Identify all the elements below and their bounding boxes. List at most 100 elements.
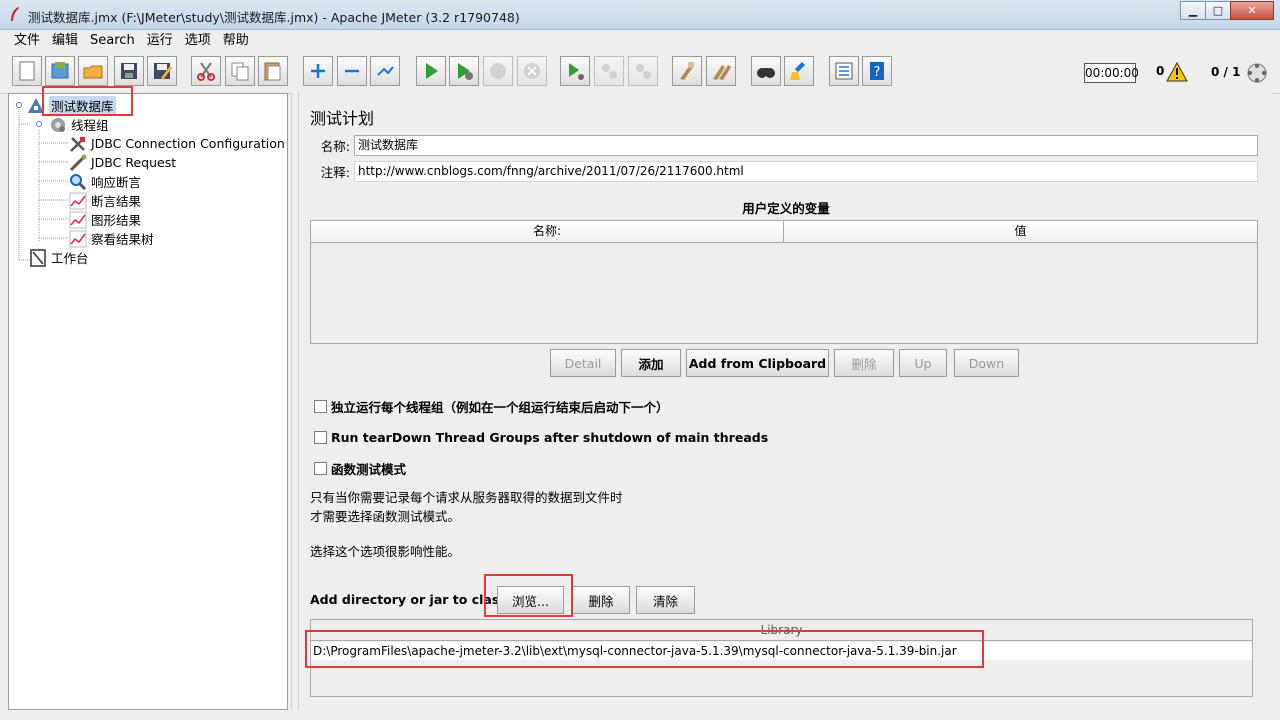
udv-column-name[interactable]: 名称: xyxy=(311,221,784,242)
active-threads: 0 / 1 xyxy=(1211,65,1241,79)
clear-classpath-button[interactable]: 清除 xyxy=(636,586,695,614)
tree-item-label: JDBC Connection Configuration xyxy=(91,136,285,151)
paste-icon xyxy=(264,62,281,81)
stop-button[interactable] xyxy=(483,56,513,86)
tree-item-view-results-tree[interactable]: 察看结果树 xyxy=(69,229,154,248)
comment-field[interactable]: http://www.cnblogs.com/fnng/archive/2011… xyxy=(354,160,1258,182)
start-button[interactable] xyxy=(416,56,446,86)
library-row[interactable]: D:\ProgramFiles\apache-jmeter-3.2\lib\ex… xyxy=(311,642,1252,660)
save-as-button[interactable] xyxy=(147,56,177,86)
udv-column-value[interactable]: 值 xyxy=(784,221,1257,242)
remote-shutdown-button[interactable] xyxy=(628,56,658,86)
cut-icon xyxy=(197,62,215,81)
templates-button[interactable] xyxy=(45,56,75,86)
menu-options[interactable]: 选项 xyxy=(179,30,217,52)
open-button[interactable] xyxy=(78,56,108,86)
teardown-option[interactable]: Run tearDown Thread Groups after shutdow… xyxy=(314,428,768,446)
functional-mode-option[interactable]: 函数测试模式 xyxy=(314,459,406,477)
toggle-button[interactable] xyxy=(370,56,400,86)
tree-item-workbench[interactable]: 工作台 xyxy=(29,248,89,267)
help-button[interactable]: ? xyxy=(862,56,892,86)
tree-item-jdbc-config[interactable]: JDBC Connection Configuration xyxy=(69,134,285,153)
menu-edit[interactable]: 编辑 xyxy=(46,30,84,52)
delete-variable-button[interactable]: 删除 xyxy=(834,349,894,377)
detail-button[interactable]: Detail xyxy=(550,349,616,377)
save-button[interactable] xyxy=(114,56,144,86)
close-button[interactable]: ✕ xyxy=(1230,1,1274,20)
teardown-label: Run tearDown Thread Groups after shutdow… xyxy=(331,429,769,445)
start-no-pause-icon xyxy=(458,63,473,80)
tree-item-graph-results[interactable]: 图形结果 xyxy=(69,210,141,229)
new-button[interactable] xyxy=(12,56,42,86)
remote-start-button[interactable] xyxy=(560,56,590,86)
remote-start-icon xyxy=(569,63,584,80)
functional-mode-label: 函数测试模式 xyxy=(331,461,407,477)
menu-help[interactable]: 帮助 xyxy=(217,30,255,52)
menu-search[interactable]: Search xyxy=(84,30,141,52)
remote-stop-button[interactable] xyxy=(594,56,624,86)
templates-icon xyxy=(51,62,69,79)
name-row: 名称: 测试数据库 xyxy=(310,134,1258,156)
comment-row: 注释: http://www.cnblogs.com/fnng/archive/… xyxy=(310,160,1258,182)
library-table[interactable]: Library D:\ProgramFiles\apache-jmeter-3.… xyxy=(310,619,1253,697)
clear-all-icon xyxy=(713,65,731,80)
clear-button[interactable] xyxy=(672,56,702,86)
help-text-line-2: 才需要选择函数测试模式。 xyxy=(310,509,461,524)
tree-item-label: 测试数据库 xyxy=(49,96,116,115)
maximize-button[interactable]: □ xyxy=(1205,1,1231,20)
tree-item-response-assertion[interactable]: 响应断言 xyxy=(69,172,141,191)
up-button[interactable]: Up xyxy=(899,349,947,377)
search-icon xyxy=(757,68,775,78)
save-icon xyxy=(121,63,137,79)
menu-bar: 文件 编辑 Search 运行 选项 帮助 xyxy=(0,30,1280,52)
tree-item-assertion-results[interactable]: 断言结果 xyxy=(69,191,141,210)
clear-all-button[interactable] xyxy=(706,56,736,86)
tree-item-jdbc-request[interactable]: JDBC Request xyxy=(69,153,176,172)
copy-button[interactable] xyxy=(225,56,255,86)
minimize-button[interactable]: ▁ xyxy=(1180,1,1206,20)
shutdown-button[interactable] xyxy=(517,56,547,86)
toggle-icon xyxy=(377,66,394,76)
functional-mode-checkbox[interactable] xyxy=(314,461,327,475)
thread-group-icon xyxy=(49,116,67,134)
name-label: 名称: xyxy=(320,138,350,154)
sampler-icon xyxy=(69,154,87,172)
tree-item-label: 响应断言 xyxy=(91,175,142,190)
udv-title: 用户定义的变量 xyxy=(742,201,830,216)
help-text-line-1: 只有当你需要记录每个请求从服务器取得的数据到文件时 xyxy=(310,490,623,505)
serialize-label: 独立运行每个线程组（例如在一个组运行结束后启动下一个） xyxy=(331,399,669,415)
tree-item-label: JDBC Request xyxy=(91,155,177,170)
open-icon xyxy=(83,65,103,79)
tree-item-test-plan[interactable]: 测试数据库 xyxy=(27,96,116,115)
paste-button[interactable] xyxy=(258,56,288,86)
panel-splitter[interactable] xyxy=(291,93,299,710)
search-button[interactable] xyxy=(751,56,781,86)
udv-table[interactable]: 名称: 值 xyxy=(310,220,1258,344)
teardown-checkbox[interactable] xyxy=(314,430,327,444)
cut-button[interactable] xyxy=(191,56,221,86)
tree-item-label: 工作台 xyxy=(51,251,89,266)
start-no-pause-button[interactable] xyxy=(449,56,479,86)
serialize-checkbox[interactable] xyxy=(314,399,327,413)
function-helper-button[interactable] xyxy=(829,56,859,86)
delete-classpath-button[interactable]: 删除 xyxy=(572,586,630,614)
warning-icon[interactable] xyxy=(1166,62,1188,82)
library-column-header[interactable]: Library xyxy=(311,620,1252,641)
collapse-all-button[interactable] xyxy=(337,56,367,86)
collapse-icon xyxy=(345,69,359,73)
workbench-icon xyxy=(29,248,47,267)
tree-item-thread-group[interactable]: 线程组 xyxy=(49,115,109,134)
help-icon: ? xyxy=(870,62,884,80)
expand-all-button[interactable] xyxy=(303,56,333,86)
clear-icon xyxy=(680,62,694,80)
name-field[interactable]: 测试数据库 xyxy=(354,134,1258,156)
down-button[interactable]: Down xyxy=(954,349,1019,377)
reset-search-button[interactable] xyxy=(784,56,814,86)
serialize-threadgroups-option[interactable]: 独立运行每个线程组（例如在一个组运行结束后启动下一个） xyxy=(314,397,669,415)
tree-item-label: 断言结果 xyxy=(91,194,142,209)
add-from-clipboard-button[interactable]: Add from Clipboard xyxy=(686,349,829,377)
add-button[interactable]: 添加 xyxy=(621,349,681,377)
browse-button[interactable]: 浏览... xyxy=(497,586,564,614)
menu-file[interactable]: 文件 xyxy=(8,30,46,52)
menu-run[interactable]: 运行 xyxy=(141,30,179,52)
